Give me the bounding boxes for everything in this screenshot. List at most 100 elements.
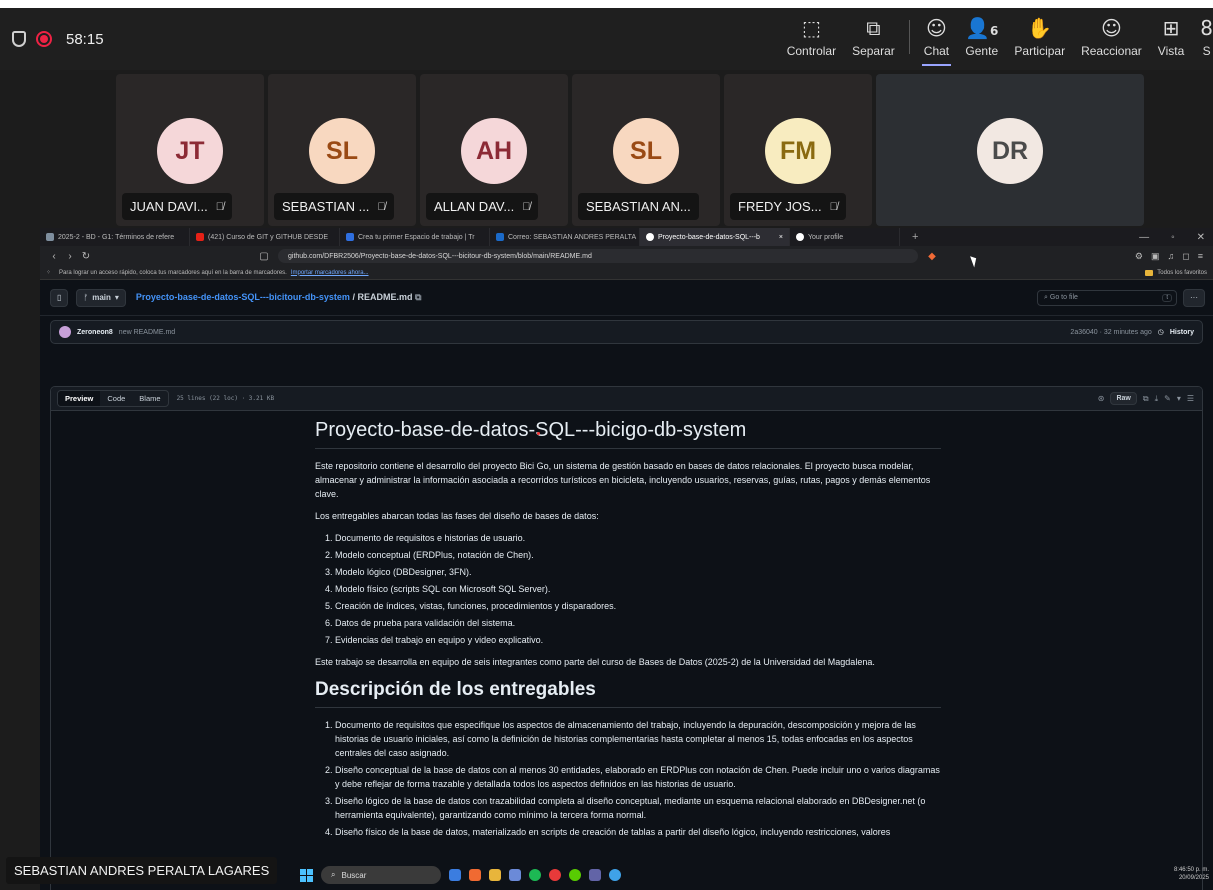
- new-tab-icon[interactable]: +: [912, 231, 918, 243]
- brave-icon[interactable]: [469, 869, 481, 881]
- back-icon[interactable]: ‹: [46, 251, 62, 262]
- raw-button[interactable]: Raw: [1110, 392, 1137, 405]
- copy-icon[interactable]: ⧉: [1143, 394, 1149, 404]
- all-bookmarks[interactable]: Todos los favoritos: [1145, 269, 1213, 276]
- search-icon: ⌕: [331, 870, 336, 879]
- branch-name: main: [92, 293, 111, 302]
- explorer-icon[interactable]: [489, 869, 501, 881]
- people-button[interactable]: 👤6 Gente: [957, 8, 1006, 70]
- mic-off-icon: 🎙̸: [215, 200, 225, 213]
- control-button[interactable]: ⬚ Controlar: [779, 8, 844, 70]
- tab-favicon: [46, 233, 54, 241]
- deliverables-intro: Los entregables abarcan todas las fases …: [315, 511, 599, 521]
- copilot-icon[interactable]: ⊛: [1098, 394, 1105, 403]
- opera-icon[interactable]: [549, 869, 561, 881]
- tab-code[interactable]: Code: [100, 391, 132, 406]
- react-button[interactable]: ☺ Reaccionar: [1073, 8, 1150, 70]
- deliverables-list: Documento de requisitos e historias de u…: [315, 531, 941, 647]
- commit-message[interactable]: new README.md: [119, 329, 175, 336]
- view-label: Vista: [1157, 44, 1185, 58]
- browser-tab[interactable]: Correo: SEBASTIAN ANDRES PERALTA: [490, 228, 640, 246]
- browser-tab-active[interactable]: Proyecto-base-de-datos-SQL---b ×: [640, 228, 790, 246]
- browser-tab[interactable]: Crea tu primer Espacio de trabajo | Tr: [340, 228, 490, 246]
- participant-name: FREDY JOS...: [738, 199, 822, 214]
- participant-tile[interactable]: SL SEBASTIAN AN...: [572, 74, 720, 226]
- more-options-button[interactable]: ···: [1183, 288, 1205, 307]
- list-item: Diseño conceptual de la base de datos co…: [335, 763, 941, 791]
- participant-name: SEBASTIAN ...: [282, 199, 370, 214]
- windows-start-icon[interactable]: [300, 868, 313, 882]
- participant-tile[interactable]: JT JUAN DAVI... 🎙̸: [116, 74, 264, 226]
- close-window-icon[interactable]: ✕: [1197, 232, 1205, 243]
- branch-select[interactable]: ᚠ main ▾: [76, 288, 126, 307]
- music-icon[interactable]: ♫: [1168, 251, 1175, 262]
- teams-icon[interactable]: [589, 869, 601, 881]
- control-icon: ⬚: [801, 16, 821, 40]
- people-count: 6: [990, 24, 999, 38]
- window-controls: — ◦ ✕: [1139, 232, 1213, 243]
- url-input[interactable]: github.com/DFBR2506/Proyecto-base-de-dat…: [278, 249, 918, 263]
- forward-icon[interactable]: ›: [62, 251, 78, 262]
- extension-icon[interactable]: ⚙: [1135, 251, 1143, 262]
- meeting-toolbar: ⬚ Controlar ⧉ Separar ☺ Chat 👤6 Gente ✋ …: [779, 8, 1213, 70]
- bookmark-icon[interactable]: ▢: [256, 251, 272, 262]
- copilot-icon[interactable]: [609, 869, 621, 881]
- avatar[interactable]: [59, 326, 71, 338]
- history-link[interactable]: History: [1170, 329, 1194, 336]
- github-icon: [646, 233, 654, 241]
- list-item: Creación de índices, vistas, funciones, …: [335, 599, 941, 613]
- wallet-icon[interactable]: ◻: [1182, 251, 1189, 262]
- chevron-down-icon[interactable]: ▾: [1177, 394, 1181, 403]
- list-item: Modelo lógico (DBDesigner, 3FN).: [335, 565, 941, 579]
- chat-button[interactable]: ☺ Chat: [916, 8, 957, 70]
- restore-icon[interactable]: ◦: [1171, 232, 1175, 243]
- search-icon: ⌕ Go to file: [1044, 293, 1078, 301]
- commit-meta: 2a36040 · 32 minutes ago ◷ History: [1070, 328, 1194, 337]
- participant-tile[interactable]: FM FREDY JOS... 🎙̸: [724, 74, 872, 226]
- people-label: Gente: [965, 44, 999, 58]
- apps-icon[interactable]: ⁘: [46, 269, 51, 276]
- raise-hand-icon: ✋: [1027, 16, 1053, 40]
- sidebar-icon[interactable]: ▣: [1151, 251, 1160, 262]
- share-button[interactable]: 8 S: [1192, 8, 1213, 70]
- view-button[interactable]: ⊞ Vista: [1150, 8, 1192, 70]
- minimize-icon[interactable]: —: [1139, 232, 1149, 243]
- popout-button[interactable]: ⧉ Separar: [844, 8, 903, 70]
- latest-commit-bar: Zeroneon8 new README.md 2a36040 · 32 min…: [50, 320, 1203, 344]
- list-item: Evidencias del trabajo en equipo y video…: [335, 633, 941, 647]
- spotify-icon[interactable]: [529, 869, 541, 881]
- participant-tile[interactable]: SL SEBASTIAN ... 🎙̸: [268, 74, 416, 226]
- raise-hand-button[interactable]: ✋ Participar: [1006, 8, 1073, 70]
- import-bookmarks-link[interactable]: Importar marcadores ahora...: [291, 270, 369, 276]
- outline-icon[interactable]: ☰: [1187, 394, 1194, 403]
- taskbar-search[interactable]: ⌕ Buscar: [321, 866, 441, 884]
- repo-link[interactable]: Proyecto-base-de-datos-SQL---bicitour-db…: [136, 292, 350, 302]
- duolingo-icon[interactable]: [569, 869, 581, 881]
- participant-tile[interactable]: AH ALLAN DAV... 🎙̸: [420, 74, 568, 226]
- tab-blame[interactable]: Blame: [132, 391, 167, 406]
- all-bookmarks-label: Todos los favoritos: [1157, 269, 1207, 276]
- browser-tab[interactable]: Your profile: [790, 228, 900, 246]
- reload-icon[interactable]: ↻: [78, 251, 94, 262]
- readme-title: Proyecto-base-de-datos-SQL---bicigo-db-s…: [315, 419, 941, 449]
- browser-tab[interactable]: (421) Curso de GIT y GITHUB DESDE: [190, 228, 340, 246]
- sidebar-toggle-button[interactable]: ▯: [50, 288, 69, 307]
- edit-icon[interactable]: ✎: [1164, 394, 1171, 403]
- tab-preview[interactable]: Preview: [58, 391, 101, 406]
- commit-author[interactable]: Zeroneon8: [77, 329, 113, 336]
- avatar: JT: [157, 118, 223, 184]
- copy-path-icon[interactable]: ⧉: [415, 292, 421, 302]
- participant-tile[interactable]: DR: [876, 74, 1144, 226]
- commit-hash-time[interactable]: 2a36040 · 32 minutes ago: [1070, 329, 1151, 336]
- history-icon: ◷: [1157, 329, 1164, 336]
- menu-icon[interactable]: ≡: [1198, 251, 1203, 262]
- brave-shield-icon[interactable]: ◆: [924, 251, 940, 262]
- system-clock[interactable]: 8:46:50 p. m. 20/09/2025: [1174, 866, 1209, 882]
- go-to-file-input[interactable]: ⌕ Go to file t: [1037, 289, 1177, 306]
- browser-tab[interactable]: 2025-2 - BD - G1: Términos de refere: [40, 228, 190, 246]
- calendar-icon[interactable]: [509, 869, 521, 881]
- app-icon[interactable]: [449, 869, 461, 881]
- download-icon[interactable]: ⤓: [1155, 394, 1159, 404]
- close-tab-icon[interactable]: ×: [779, 234, 783, 241]
- file-name: README.md: [357, 292, 413, 302]
